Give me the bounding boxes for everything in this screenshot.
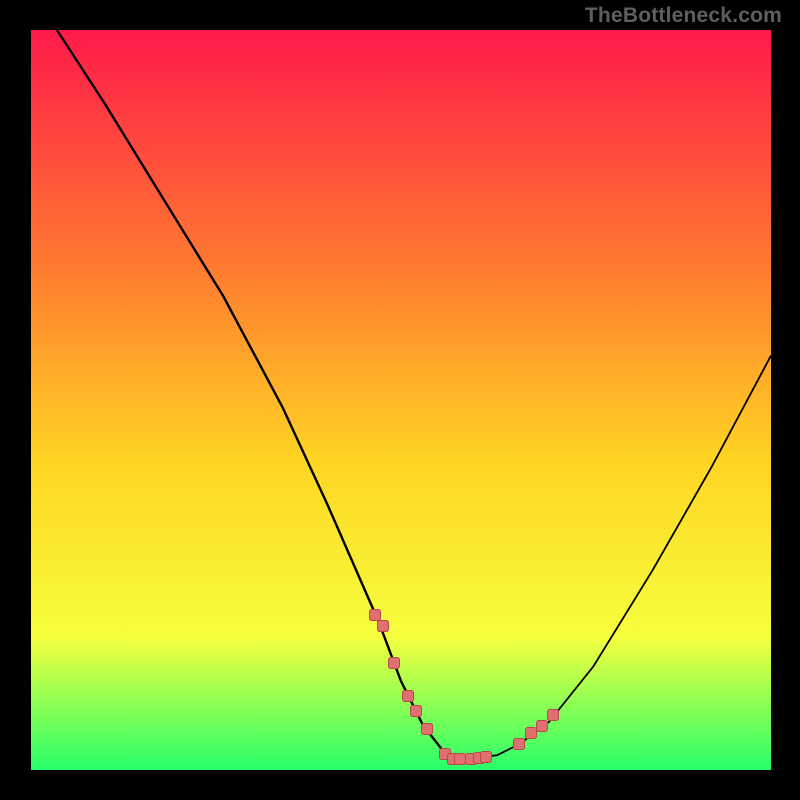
data-point (421, 723, 433, 735)
plot-area (31, 30, 771, 770)
data-point (402, 690, 414, 702)
watermark-text: TheBottleneck.com (585, 4, 782, 28)
curve-right (453, 356, 771, 759)
data-point (536, 720, 548, 732)
data-point (480, 751, 492, 763)
chart-container: TheBottleneck.com (0, 0, 800, 800)
curve-left (57, 30, 453, 759)
data-point (547, 709, 559, 721)
data-point (377, 620, 389, 632)
curve-layer (31, 30, 771, 770)
data-point (513, 738, 525, 750)
data-point (410, 705, 422, 717)
data-point (388, 657, 400, 669)
